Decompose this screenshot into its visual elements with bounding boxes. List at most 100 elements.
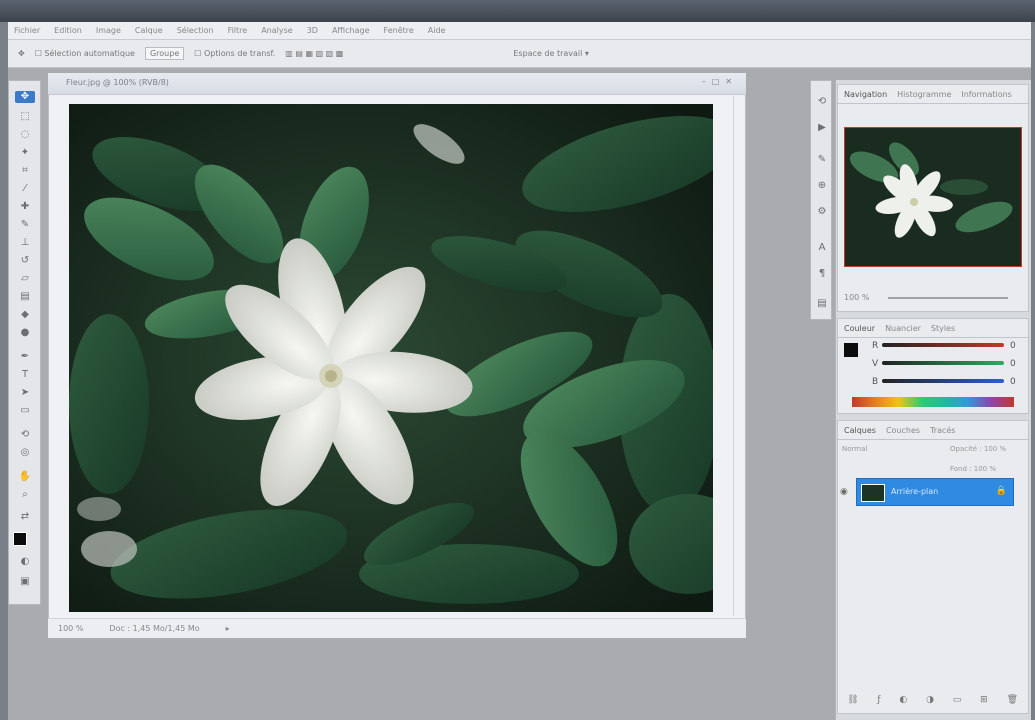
blue-slider[interactable] bbox=[882, 379, 1004, 383]
notes-icon[interactable]: ▤ bbox=[815, 297, 829, 311]
marquee-tool-icon[interactable]: ⬚ bbox=[15, 111, 35, 123]
history-brush-icon[interactable]: ↺ bbox=[15, 255, 35, 267]
foreground-color-chip[interactable] bbox=[844, 343, 858, 357]
tool-presets-icon[interactable]: ⚙ bbox=[815, 205, 829, 219]
history-icon[interactable]: ⟲ bbox=[815, 95, 829, 109]
tab-channels[interactable]: Couches bbox=[886, 426, 920, 435]
zoom-level[interactable]: 100 % bbox=[58, 624, 83, 633]
value-g[interactable]: 0 bbox=[1010, 359, 1016, 369]
tab-paths[interactable]: Tracés bbox=[930, 426, 955, 435]
tab-swatches[interactable]: Nuancier bbox=[885, 324, 921, 333]
magic-wand-icon[interactable]: ✦ bbox=[15, 147, 35, 159]
shape-tool-icon[interactable]: ▭ bbox=[15, 405, 35, 417]
zoom-tool-icon[interactable]: ⌕ bbox=[15, 489, 35, 501]
doc-info[interactable]: Doc : 1,45 Mo/1,45 Mo bbox=[109, 624, 199, 633]
workspace-menu[interactable]: Espace de travail ▾ bbox=[513, 49, 589, 58]
navigator-panel: Navigation Histogramme Informations 100 … bbox=[837, 84, 1029, 312]
green-slider[interactable] bbox=[882, 361, 1004, 365]
label-b: B bbox=[872, 377, 879, 387]
menu-select[interactable]: Sélection bbox=[177, 26, 214, 35]
image-canvas[interactable] bbox=[69, 104, 713, 612]
fill-field[interactable]: Fond : 100 % bbox=[950, 465, 996, 473]
clone-stamp-icon[interactable]: ⊥ bbox=[15, 237, 35, 249]
tab-styles[interactable]: Styles bbox=[931, 324, 955, 333]
eyedropper-icon[interactable]: ⁄ bbox=[15, 183, 35, 195]
tab-color[interactable]: Couleur bbox=[844, 324, 875, 333]
3d-rotate-icon[interactable]: ⟲ bbox=[15, 429, 35, 441]
window-controls-icon[interactable]: –□✕ bbox=[702, 77, 738, 86]
path-select-icon[interactable]: ➤ bbox=[15, 387, 35, 399]
move-tool-icon[interactable]: ✥ bbox=[18, 49, 25, 58]
menu-edit[interactable]: Edition bbox=[54, 26, 82, 35]
menu-window[interactable]: Fenêtre bbox=[384, 26, 414, 35]
layer-thumbnail bbox=[861, 484, 885, 502]
dodge-tool-icon[interactable]: ● bbox=[15, 327, 35, 339]
value-b[interactable]: 0 bbox=[1010, 377, 1016, 387]
hand-tool-icon[interactable]: ✋ bbox=[15, 471, 35, 483]
label-g: V bbox=[872, 359, 879, 369]
auto-select-checkbox[interactable]: ☐ Sélection automatique bbox=[35, 49, 135, 58]
menu-image[interactable]: Image bbox=[96, 26, 121, 35]
transform-controls-checkbox[interactable]: ☐ Options de transf. bbox=[194, 49, 275, 58]
menu-analysis[interactable]: Analyse bbox=[261, 26, 293, 35]
status-arrow-icon[interactable]: ▸ bbox=[226, 624, 230, 633]
menu-layer[interactable]: Calque bbox=[135, 26, 163, 35]
crop-tool-icon[interactable]: ⌗ bbox=[15, 165, 35, 177]
paragraph-icon[interactable]: ¶ bbox=[815, 267, 829, 281]
quick-mask-icon[interactable]: ◐ bbox=[15, 556, 35, 568]
align-icons[interactable]: ▥ ▤ ▦ ▧ ▨ ▩ bbox=[285, 49, 343, 58]
3d-orbit-icon[interactable]: ◎ bbox=[15, 447, 35, 459]
color-spectrum-bar[interactable] bbox=[852, 397, 1014, 407]
tab-info[interactable]: Informations bbox=[961, 90, 1011, 99]
clone-source-icon[interactable]: ⊕ bbox=[815, 179, 829, 193]
flower-photo bbox=[69, 104, 713, 612]
navigator-tabs: Navigation Histogramme Informations bbox=[838, 85, 1028, 104]
opacity-field[interactable]: Opacité : 100 % bbox=[950, 445, 1006, 453]
layer-lock-icon: 🔒 bbox=[995, 486, 1007, 496]
menu-filter[interactable]: Filtre bbox=[228, 26, 248, 35]
blend-mode-select[interactable]: Normal bbox=[842, 445, 867, 453]
blur-tool-icon[interactable]: ◆ bbox=[15, 309, 35, 321]
menu-bar: Fichier Edition Image Calque Sélection F… bbox=[8, 22, 1031, 40]
red-slider[interactable] bbox=[882, 343, 1004, 347]
vertical-scrollbar[interactable] bbox=[733, 96, 745, 616]
type-tool-icon[interactable]: T bbox=[15, 369, 35, 381]
gradient-tool-icon[interactable]: ▤ bbox=[15, 291, 35, 303]
character-icon[interactable]: A bbox=[815, 241, 829, 255]
color-panel: Couleur Nuancier Styles R V B 0 0 0 bbox=[837, 318, 1029, 414]
brushes-icon[interactable]: ✎ bbox=[815, 153, 829, 167]
auto-select-dropdown[interactable]: Groupe bbox=[144, 47, 185, 60]
value-r[interactable]: 0 bbox=[1010, 341, 1016, 351]
eraser-tool-icon[interactable]: ▱ bbox=[15, 273, 35, 285]
layer-name[interactable]: Arrière-plan bbox=[891, 487, 938, 496]
menu-view[interactable]: Affichage bbox=[332, 26, 370, 35]
menu-3d[interactable]: 3D bbox=[307, 26, 318, 35]
document-tab[interactable]: Fleur.jpg @ 100% (RVB/8) –□✕ bbox=[48, 73, 746, 95]
menu-help[interactable]: Aide bbox=[428, 26, 446, 35]
layer-visibility-eye-icon[interactable]: ◉ bbox=[840, 486, 852, 498]
move-tool-icon[interactable]: ✥ bbox=[15, 91, 35, 103]
color-tabs: Couleur Nuancier Styles bbox=[838, 319, 1028, 338]
document-status-bar: 100 % Doc : 1,45 Mo/1,45 Mo ▸ bbox=[48, 618, 746, 638]
tab-navigator[interactable]: Navigation bbox=[844, 90, 887, 99]
document-title: Fleur.jpg @ 100% (RVB/8) bbox=[66, 78, 169, 87]
menu-file[interactable]: Fichier bbox=[14, 26, 40, 35]
layer-row-background[interactable]: Arrière-plan 🔒 bbox=[856, 478, 1014, 506]
collapsed-panel-bar: ⟲ ▶ ✎ ⊕ ⚙ A ¶ ▤ bbox=[810, 80, 832, 320]
tools-panel: ✥ ⬚ ◌ ✦ ⌗ ⁄ ✚ ✎ ⊥ ↺ ▱ ▤ ◆ ● ✒ T ➤ ▭ ⟲ ◎ … bbox=[8, 80, 41, 605]
tab-layers[interactable]: Calques bbox=[844, 426, 876, 435]
actions-icon[interactable]: ▶ bbox=[815, 121, 829, 135]
screen-mode-icon[interactable]: ▣ bbox=[15, 576, 35, 588]
brush-tool-icon[interactable]: ✎ bbox=[15, 219, 35, 231]
navigator-zoom[interactable]: 100 % bbox=[844, 293, 869, 302]
window-titlebar bbox=[0, 0, 1035, 22]
navigator-thumbnail[interactable] bbox=[844, 127, 1022, 267]
healing-brush-icon[interactable]: ✚ bbox=[15, 201, 35, 213]
tab-histogram[interactable]: Histogramme bbox=[897, 90, 951, 99]
navigator-zoom-slider[interactable] bbox=[888, 297, 1008, 299]
foreground-color-swatch[interactable] bbox=[13, 532, 27, 546]
pen-tool-icon[interactable]: ✒ bbox=[15, 351, 35, 363]
swap-colors-icon[interactable]: ⇄ bbox=[15, 511, 35, 523]
layers-footer-icons[interactable]: ⛓ ƒ ◐ ◑ ▭ ⊞ 🗑 bbox=[840, 695, 1026, 709]
lasso-tool-icon[interactable]: ◌ bbox=[15, 129, 35, 141]
